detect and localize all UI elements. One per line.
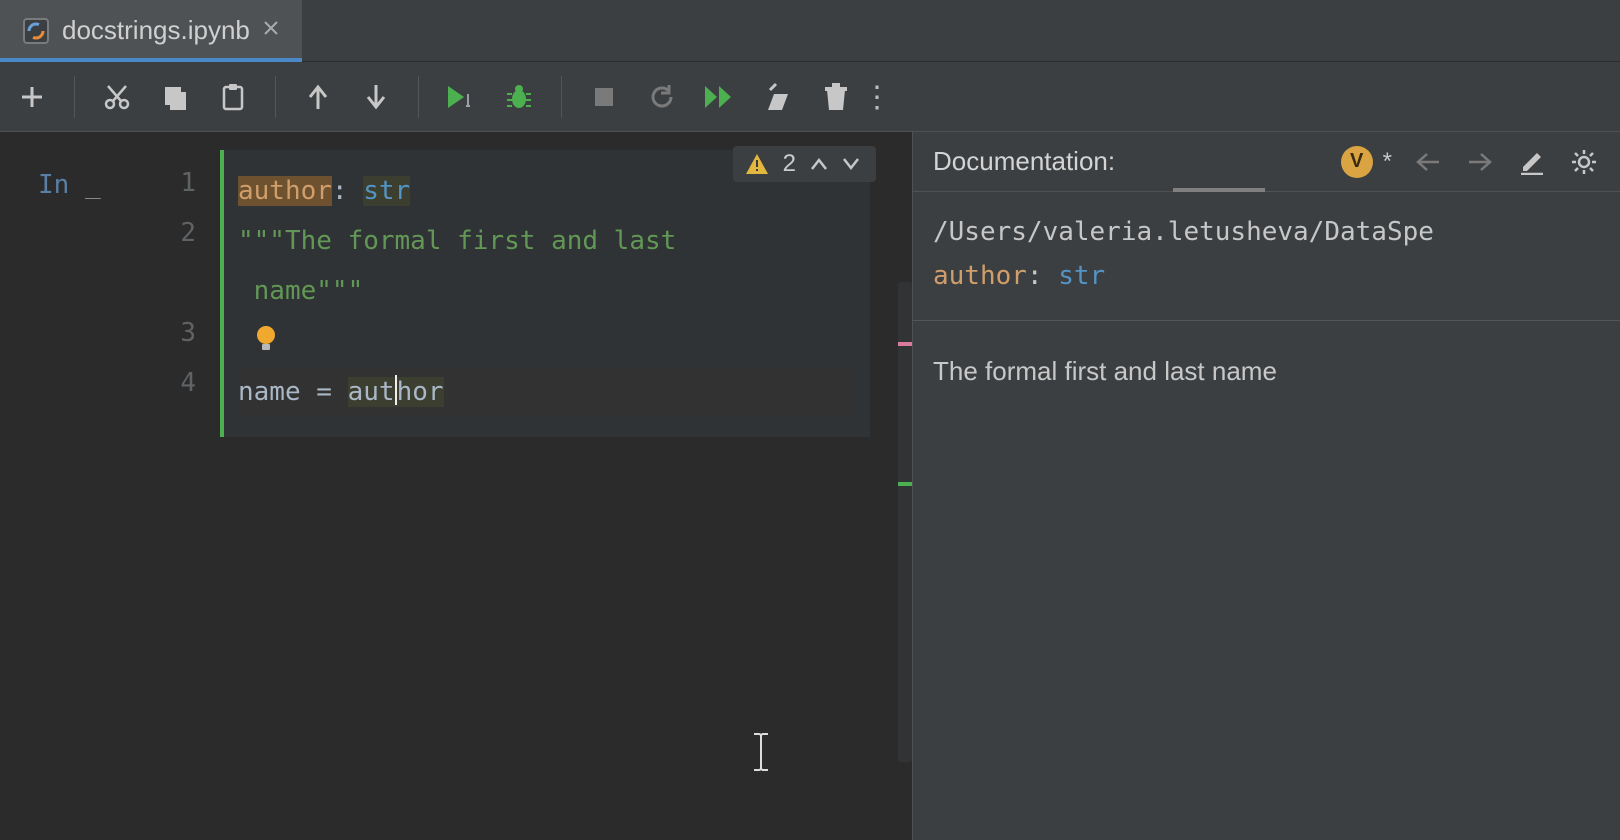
modified-indicator: * bbox=[1383, 148, 1392, 176]
error-stripe[interactable] bbox=[898, 282, 912, 762]
toolbar-separator bbox=[561, 76, 562, 118]
nav-back-icon[interactable] bbox=[1412, 146, 1444, 178]
documentation-pane: Documentation: V * bbox=[912, 132, 1620, 840]
doc-variable-type: str bbox=[1058, 261, 1105, 291]
avatar[interactable]: V bbox=[1341, 146, 1373, 178]
tab-bar: docstrings.ipynb bbox=[0, 0, 1620, 62]
text-cursor-icon bbox=[750, 732, 772, 781]
toolbar-separator bbox=[74, 76, 75, 118]
tab-filename: docstrings.ipynb bbox=[62, 15, 250, 46]
warning-count: 2 bbox=[783, 150, 796, 178]
doc-divider bbox=[913, 320, 1620, 321]
toolbar-separator bbox=[275, 76, 276, 118]
intention-bulb-icon[interactable] bbox=[254, 317, 278, 367]
add-cell-button[interactable] bbox=[12, 77, 52, 117]
code-content[interactable]: author: str """The formal first and last… bbox=[224, 150, 870, 437]
cell-prompt: In _ bbox=[38, 170, 101, 200]
clear-outputs-button[interactable] bbox=[758, 77, 798, 117]
debug-button[interactable] bbox=[499, 77, 539, 117]
delete-cell-button[interactable] bbox=[816, 77, 856, 117]
documentation-header: Documentation: V * bbox=[913, 132, 1620, 192]
settings-gear-icon[interactable] bbox=[1568, 146, 1600, 178]
toolbar-separator bbox=[418, 76, 419, 118]
line-number: 4 bbox=[180, 368, 196, 398]
line-number: 2 bbox=[180, 218, 196, 248]
rerun-button[interactable] bbox=[642, 77, 682, 117]
prev-problem-icon[interactable] bbox=[810, 151, 828, 177]
paste-button[interactable] bbox=[213, 77, 253, 117]
stop-button[interactable] bbox=[584, 77, 624, 117]
doc-variable-name: author bbox=[933, 261, 1027, 291]
notebook-file-icon bbox=[22, 17, 50, 45]
marker-warning[interactable] bbox=[898, 342, 912, 346]
run-all-button[interactable] bbox=[700, 77, 740, 117]
code-cell[interactable]: 2 author: str """The formal first and la… bbox=[220, 150, 870, 437]
file-tab[interactable]: docstrings.ipynb bbox=[0, 0, 302, 61]
move-up-button[interactable] bbox=[298, 77, 338, 117]
documentation-title: Documentation: bbox=[933, 146, 1115, 177]
editor-pane: ⋮ In _ 1 2 3 4 2 bbox=[0, 132, 912, 840]
doc-description: The formal first and last name bbox=[933, 349, 1600, 393]
doc-path: /Users/valeria.letusheva/DataSpe bbox=[933, 210, 1600, 254]
documentation-body: /Users/valeria.letusheva/DataSpe author:… bbox=[913, 192, 1620, 412]
line-number: 1 bbox=[180, 168, 196, 198]
doc-tab-indicator bbox=[1173, 188, 1265, 192]
close-tab-icon[interactable] bbox=[262, 19, 280, 42]
nav-forward-icon[interactable] bbox=[1464, 146, 1496, 178]
editor-options-icon[interactable]: ⋮ bbox=[862, 80, 892, 115]
edit-icon[interactable] bbox=[1516, 146, 1548, 178]
line-number: 3 bbox=[180, 318, 196, 348]
line-number-gutter: 1 2 3 4 bbox=[152, 152, 206, 442]
problems-widget[interactable]: 2 bbox=[733, 146, 876, 182]
cut-button[interactable] bbox=[97, 77, 137, 117]
copy-button[interactable] bbox=[155, 77, 195, 117]
warning-icon bbox=[745, 153, 769, 175]
move-down-button[interactable] bbox=[356, 77, 396, 117]
run-cell-button[interactable] bbox=[441, 77, 481, 117]
notebook-toolbar bbox=[0, 62, 1620, 132]
next-problem-icon[interactable] bbox=[842, 151, 860, 177]
marker-ok[interactable] bbox=[898, 482, 912, 486]
